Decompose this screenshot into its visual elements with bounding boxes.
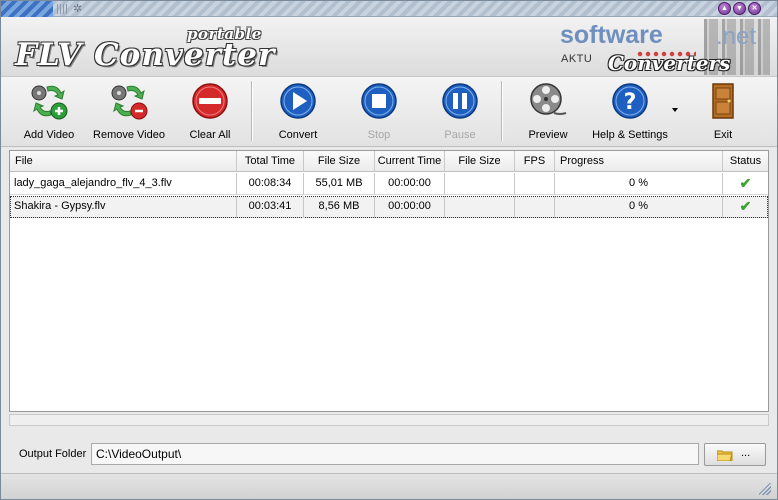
- pause-button[interactable]: Pause: [435, 81, 485, 145]
- clear-all-label: Clear All: [189, 129, 231, 141]
- table-row[interactable]: Shakira - Gypsy.flv 00:03:41 8,56 MB 00:…: [10, 196, 768, 218]
- cell-fps: [515, 196, 555, 218]
- browse-folder-button[interactable]: ...: [704, 443, 766, 466]
- cell-file-size: 55,01 MB: [304, 173, 375, 195]
- brand-tld: .net: [716, 23, 757, 50]
- play-icon: [280, 83, 316, 119]
- remove-video-icon: [111, 85, 148, 120]
- check-icon: ✔: [739, 175, 752, 191]
- cell-output-size: [445, 173, 515, 195]
- minimize-button[interactable]: ▲: [718, 2, 731, 15]
- column-header-fps[interactable]: FPS: [515, 151, 555, 172]
- file-table: File Total Time File Size Current Time F…: [9, 150, 769, 412]
- output-folder-input[interactable]: C:\VideoOutput\: [91, 443, 699, 465]
- add-video-button[interactable]: Add Video: [17, 81, 81, 145]
- clear-all-icon: [192, 83, 228, 119]
- exit-button[interactable]: Exit: [701, 81, 745, 145]
- column-header-total-time[interactable]: Total Time: [237, 151, 304, 172]
- cell-current-time: 00:00:00: [375, 173, 445, 195]
- convert-button[interactable]: Convert: [273, 81, 323, 145]
- svg-text:?: ?: [624, 90, 637, 115]
- output-folder-label: Output Folder: [19, 448, 87, 460]
- cell-status: ✔: [723, 196, 768, 218]
- exit-label: Exit: [713, 129, 733, 141]
- door-icon: [712, 83, 734, 119]
- pause-label: Pause: [444, 129, 476, 141]
- column-header-status[interactable]: Status: [723, 151, 768, 172]
- title-stripes: [1, 1, 53, 17]
- film-reel-icon: [530, 83, 567, 115]
- resize-grip-icon[interactable]: [759, 483, 771, 495]
- column-header-output-size[interactable]: File Size: [445, 151, 515, 172]
- app-logo-title: FLV Converter: [15, 37, 276, 73]
- stop-label: Stop: [367, 129, 391, 141]
- gear-icon[interactable]: ✲: [73, 2, 82, 16]
- toolbar-separator: [251, 81, 253, 141]
- cell-total-time: 00:08:34: [237, 173, 304, 195]
- maximize-button[interactable]: ▼: [733, 2, 746, 15]
- help-icon: ?: [612, 83, 648, 119]
- cell-file-size: 8,56 MB: [304, 196, 375, 218]
- preview-label: Preview: [528, 129, 568, 141]
- pause-icon: [442, 83, 478, 119]
- convert-label: Convert: [278, 129, 318, 141]
- column-header-file-size[interactable]: File Size: [304, 151, 375, 172]
- brand-site: software: [560, 21, 663, 49]
- cell-current-time: 00:00:00: [375, 196, 445, 218]
- toolbar: Add Video Remove Video Clear All Convert…: [1, 77, 777, 147]
- horizontal-scrollbar[interactable]: [9, 414, 769, 426]
- help-settings-label: Help & Settings: [592, 129, 668, 141]
- cell-status: ✔: [723, 173, 768, 195]
- cell-fps: [515, 173, 555, 195]
- close-button[interactable]: ✕: [748, 2, 761, 15]
- toolbar-separator: [501, 81, 503, 141]
- close-icon: ✕: [751, 5, 758, 12]
- title-bar[interactable]: ✲ ▲ ▼ ✕: [1, 1, 777, 17]
- cell-total-time: 00:03:41: [237, 196, 304, 218]
- chevron-down-icon[interactable]: [672, 108, 678, 112]
- cell-file: Shakira - Gypsy.flv: [10, 196, 237, 218]
- cell-file: lady_gaga_alejandro_flv_4_3.flv: [10, 173, 237, 195]
- column-header-current-time[interactable]: Current Time: [375, 151, 445, 172]
- help-settings-button[interactable]: ? Help & Settings: [591, 81, 669, 145]
- cell-progress: 0 %: [555, 196, 723, 218]
- minimize-icon: ▲: [721, 5, 728, 12]
- table-header: File Total Time File Size Current Time F…: [10, 151, 768, 172]
- add-video-label: Add Video: [23, 129, 75, 141]
- cell-output-size: [445, 196, 515, 218]
- brand-converters: Converters: [608, 51, 731, 75]
- output-folder-row: Output Folder C:\VideoOutput\ ...: [1, 438, 777, 470]
- browse-label: ...: [741, 447, 751, 459]
- check-icon: ✔: [739, 198, 752, 214]
- stop-icon: [361, 83, 397, 119]
- header-banner: portable FLV Converter software .net AKT…: [1, 17, 777, 77]
- grip-icon: [57, 4, 69, 14]
- cell-progress: 0 %: [555, 173, 723, 195]
- maximize-icon: ▼: [736, 5, 743, 12]
- folder-icon: [717, 450, 733, 461]
- table-row[interactable]: lady_gaga_alejandro_flv_4_3.flv 00:08:34…: [10, 173, 768, 195]
- remove-video-button[interactable]: Remove Video: [93, 81, 165, 145]
- brand-logo: software .net AKTU Converters: [558, 19, 770, 75]
- stop-button[interactable]: Stop: [354, 81, 404, 145]
- brand-aktu: AKTU: [561, 53, 593, 65]
- clear-all-button[interactable]: Clear All: [185, 81, 235, 145]
- column-header-file[interactable]: File: [10, 151, 237, 172]
- app-window: ✲ ▲ ▼ ✕ portable FLV Converter software …: [0, 0, 778, 500]
- status-bar: [1, 473, 777, 499]
- add-video-icon: [31, 85, 68, 120]
- remove-video-label: Remove Video: [93, 129, 165, 141]
- column-header-progress[interactable]: Progress: [555, 151, 723, 172]
- preview-button[interactable]: Preview: [523, 81, 573, 145]
